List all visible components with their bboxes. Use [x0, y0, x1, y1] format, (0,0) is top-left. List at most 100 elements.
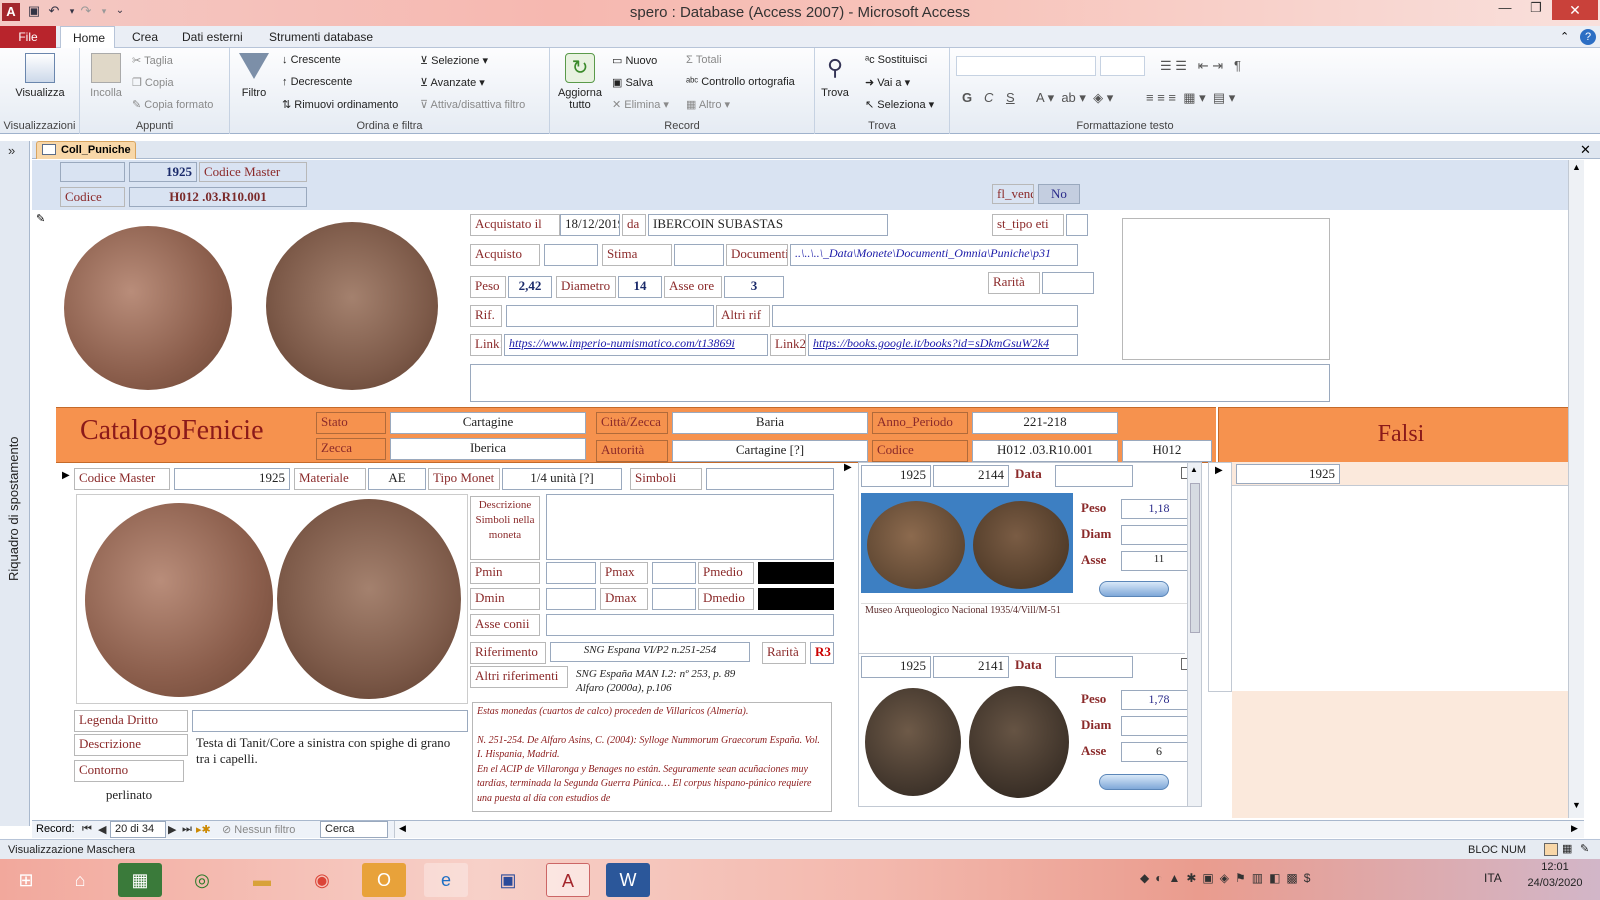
anno-periodo-field[interactable]: 221-218 — [972, 412, 1118, 434]
asse-conii-field[interactable] — [546, 614, 834, 636]
previous-record-button[interactable]: ◀ — [98, 823, 106, 836]
form-vertical-scrollbar[interactable]: ▲ ▼ — [1568, 160, 1584, 818]
copia-formato-button[interactable]: ✎ Copia formato — [132, 98, 213, 111]
aggiorna-tutto-button[interactable]: ↻ Aggiorna tutto — [552, 53, 608, 111]
crescente-button[interactable]: ↓ Crescente — [282, 54, 341, 66]
last-record-button[interactable]: ⏭ — [182, 823, 192, 836]
catalog-codice-field[interactable]: H012 .03.R10.001 — [972, 440, 1118, 462]
stima-field[interactable] — [674, 244, 724, 266]
decrescente-button[interactable]: ↑ Decrescente — [282, 76, 352, 88]
form-view-icon[interactable] — [1544, 843, 1558, 856]
subform-scrollbar[interactable]: ▲ — [1187, 463, 1201, 806]
link1-field[interactable]: https://www.imperio-numismatico.com/t138… — [504, 334, 768, 356]
font-color-button[interactable]: A ▾ ab ▾ ◈ ▾ — [1036, 90, 1113, 106]
altro-dropdown[interactable]: ▦ Altro ▾ — [686, 98, 730, 111]
pmedio-field[interactable] — [758, 562, 834, 584]
incolla-button[interactable]: Incolla — [86, 53, 126, 99]
descrizione-simboli-field[interactable] — [546, 494, 834, 560]
similar-asse-field[interactable]: 6 — [1121, 742, 1197, 762]
elimina-button[interactable]: ✕ Elimina ▾ — [612, 98, 669, 111]
italic-button[interactable]: C — [984, 90, 993, 105]
nuovo-button[interactable]: ▭ Nuovo — [612, 54, 657, 67]
design-view-icon[interactable]: ✎ — [1580, 842, 1589, 855]
note-textarea[interactable]: Estas monedas (cuartos de calco) procede… — [472, 702, 832, 812]
header-id-field[interactable]: 1925 — [129, 162, 197, 182]
detail-rarita-field[interactable]: R3 — [810, 642, 834, 664]
object-tab-coll-puniche[interactable]: Coll_Puniche — [36, 141, 136, 159]
controllo-ortografia-button[interactable]: ᵃᵇᶜ Controllo ortografia — [686, 76, 795, 88]
da-field[interactable]: IBERCOIN SUBASTAS — [648, 214, 888, 236]
subform-selector-icon[interactable]: ▶ — [844, 462, 852, 473]
chrome-icon[interactable]: ◉ — [300, 863, 344, 897]
similar-coin-number[interactable]: 2144 — [933, 465, 1009, 487]
pmax-field[interactable] — [652, 562, 696, 584]
next-record-button[interactable]: ▶ — [168, 823, 176, 836]
similar-action-button[interactable] — [1099, 581, 1169, 597]
scroll-left-icon[interactable]: ◀ — [399, 823, 406, 834]
visualizza-button[interactable]: Visualizza — [10, 53, 70, 99]
new-record-button[interactable]: ▸✱ — [196, 823, 211, 836]
selezione-dropdown[interactable]: ⊻ Selezione ▾ — [420, 54, 488, 67]
scroll-up-icon[interactable]: ▲ — [1190, 465, 1198, 474]
font-family-select[interactable] — [956, 56, 1096, 76]
system-tray-icons[interactable]: ◆◐▲✱▣◈⚑▥◧▩$ — [1140, 871, 1316, 885]
header-codice-field[interactable]: H012 .03.R10.001 — [129, 187, 307, 207]
scroll-up-icon[interactable]: ▲ — [1572, 162, 1581, 172]
descrizione-field[interactable]: Testa di Tanit/Core a sinistra con spigh… — [192, 734, 468, 790]
horizontal-scrollbar[interactable]: ◀ ▶ — [394, 821, 1584, 838]
close-object-icon[interactable]: ✕ — [1580, 142, 1591, 158]
simboli-field[interactable] — [706, 468, 834, 490]
datasheet-view-icon[interactable]: ▦ — [1562, 842, 1572, 855]
stato-field[interactable]: Cartagine — [390, 412, 586, 434]
similar-coin-number[interactable]: 2141 — [933, 656, 1009, 678]
salva-button[interactable]: ▣ Salva — [612, 76, 653, 89]
scroll-down-icon[interactable]: ▼ — [1572, 800, 1581, 810]
totali-button[interactable]: Σ Totali — [686, 54, 722, 66]
access-taskbar-icon[interactable]: A — [546, 863, 590, 897]
file-explorer-icon[interactable]: ▬ — [240, 863, 284, 897]
trova-button[interactable]: ⚲ Trova — [817, 53, 853, 99]
seleziona-dropdown[interactable]: ↖ Seleziona ▾ — [865, 98, 934, 111]
autorita-field[interactable]: Cartagine [?] — [672, 440, 868, 462]
citta-zecca-field[interactable]: Baria — [672, 412, 868, 434]
expand-pane-icon[interactable]: » — [8, 143, 15, 158]
tipo-moneta-field[interactable]: 1/4 unità [?] — [502, 468, 622, 490]
app-icon-3[interactable]: ▣ — [486, 863, 530, 897]
asse-ore-field[interactable]: 3 — [724, 276, 784, 298]
data-field[interactable] — [1055, 656, 1133, 678]
data-field[interactable] — [1055, 465, 1133, 487]
right-selector-icon[interactable]: ▶ — [1215, 465, 1223, 476]
museo-field[interactable]: Museo Arqueologico Nacional 1935/4/Vill/… — [861, 603, 1197, 625]
filter-status[interactable]: ⊘ Nessun filtro — [222, 823, 295, 836]
peso-field[interactable]: 2,42 — [508, 276, 552, 298]
right-subform-selector[interactable]: ▶ — [1208, 462, 1232, 692]
search-field[interactable]: Cerca — [320, 821, 388, 838]
tab-file[interactable]: File — [0, 26, 56, 48]
catalog-codice-short-field[interactable]: H012 — [1122, 440, 1212, 462]
app-icon-2[interactable]: ◎ — [180, 863, 224, 897]
rif-field[interactable] — [506, 305, 714, 327]
app-icon-1[interactable]: ▦ — [118, 863, 162, 897]
minimize-ribbon-icon[interactable]: ⌃ — [1560, 30, 1569, 43]
acquisto-field[interactable] — [544, 244, 598, 266]
navigation-pane[interactable]: » Riquadro di spostamento — [0, 141, 30, 826]
avanzate-dropdown[interactable]: ⊻ Avanzate ▾ — [420, 76, 485, 89]
language-indicator[interactable]: ITA — [1484, 871, 1502, 885]
altri-riferimenti-field[interactable]: SNG España MAN I.2: nº 253, p. 89 Alfaro… — [572, 666, 834, 700]
detail-record-selector-icon[interactable]: ▶ — [62, 470, 70, 481]
similar-peso-field[interactable]: 1,18 — [1121, 499, 1197, 519]
rimuovi-ordinamento-button[interactable]: ⇅ Rimuovi ordinamento — [282, 98, 398, 111]
documenti-field[interactable]: ..\..\..\_Data\Monete\Documenti_Omnia\Pu… — [790, 244, 1078, 266]
fl-vend-field[interactable]: No — [1038, 184, 1080, 204]
notes-field[interactable] — [470, 364, 1330, 402]
sostituisci-button[interactable]: ᵃc Sostituisci — [865, 54, 927, 66]
list-buttons[interactable]: ☰ ☰ ⇤ ⇥ ¶ — [1160, 58, 1241, 74]
dmin-field[interactable] — [546, 588, 596, 610]
similar-action-button[interactable] — [1099, 774, 1169, 790]
close-window-button[interactable]: ✕ — [1552, 0, 1598, 20]
header-blank-field[interactable] — [60, 162, 125, 182]
clock-date[interactable]: 24/03/2020 — [1520, 877, 1590, 889]
vai-a-dropdown[interactable]: ➜ Vai a ▾ — [865, 76, 910, 89]
copia-button[interactable]: ❐ Copia — [132, 76, 174, 89]
tab-home[interactable]: Home — [60, 26, 115, 49]
